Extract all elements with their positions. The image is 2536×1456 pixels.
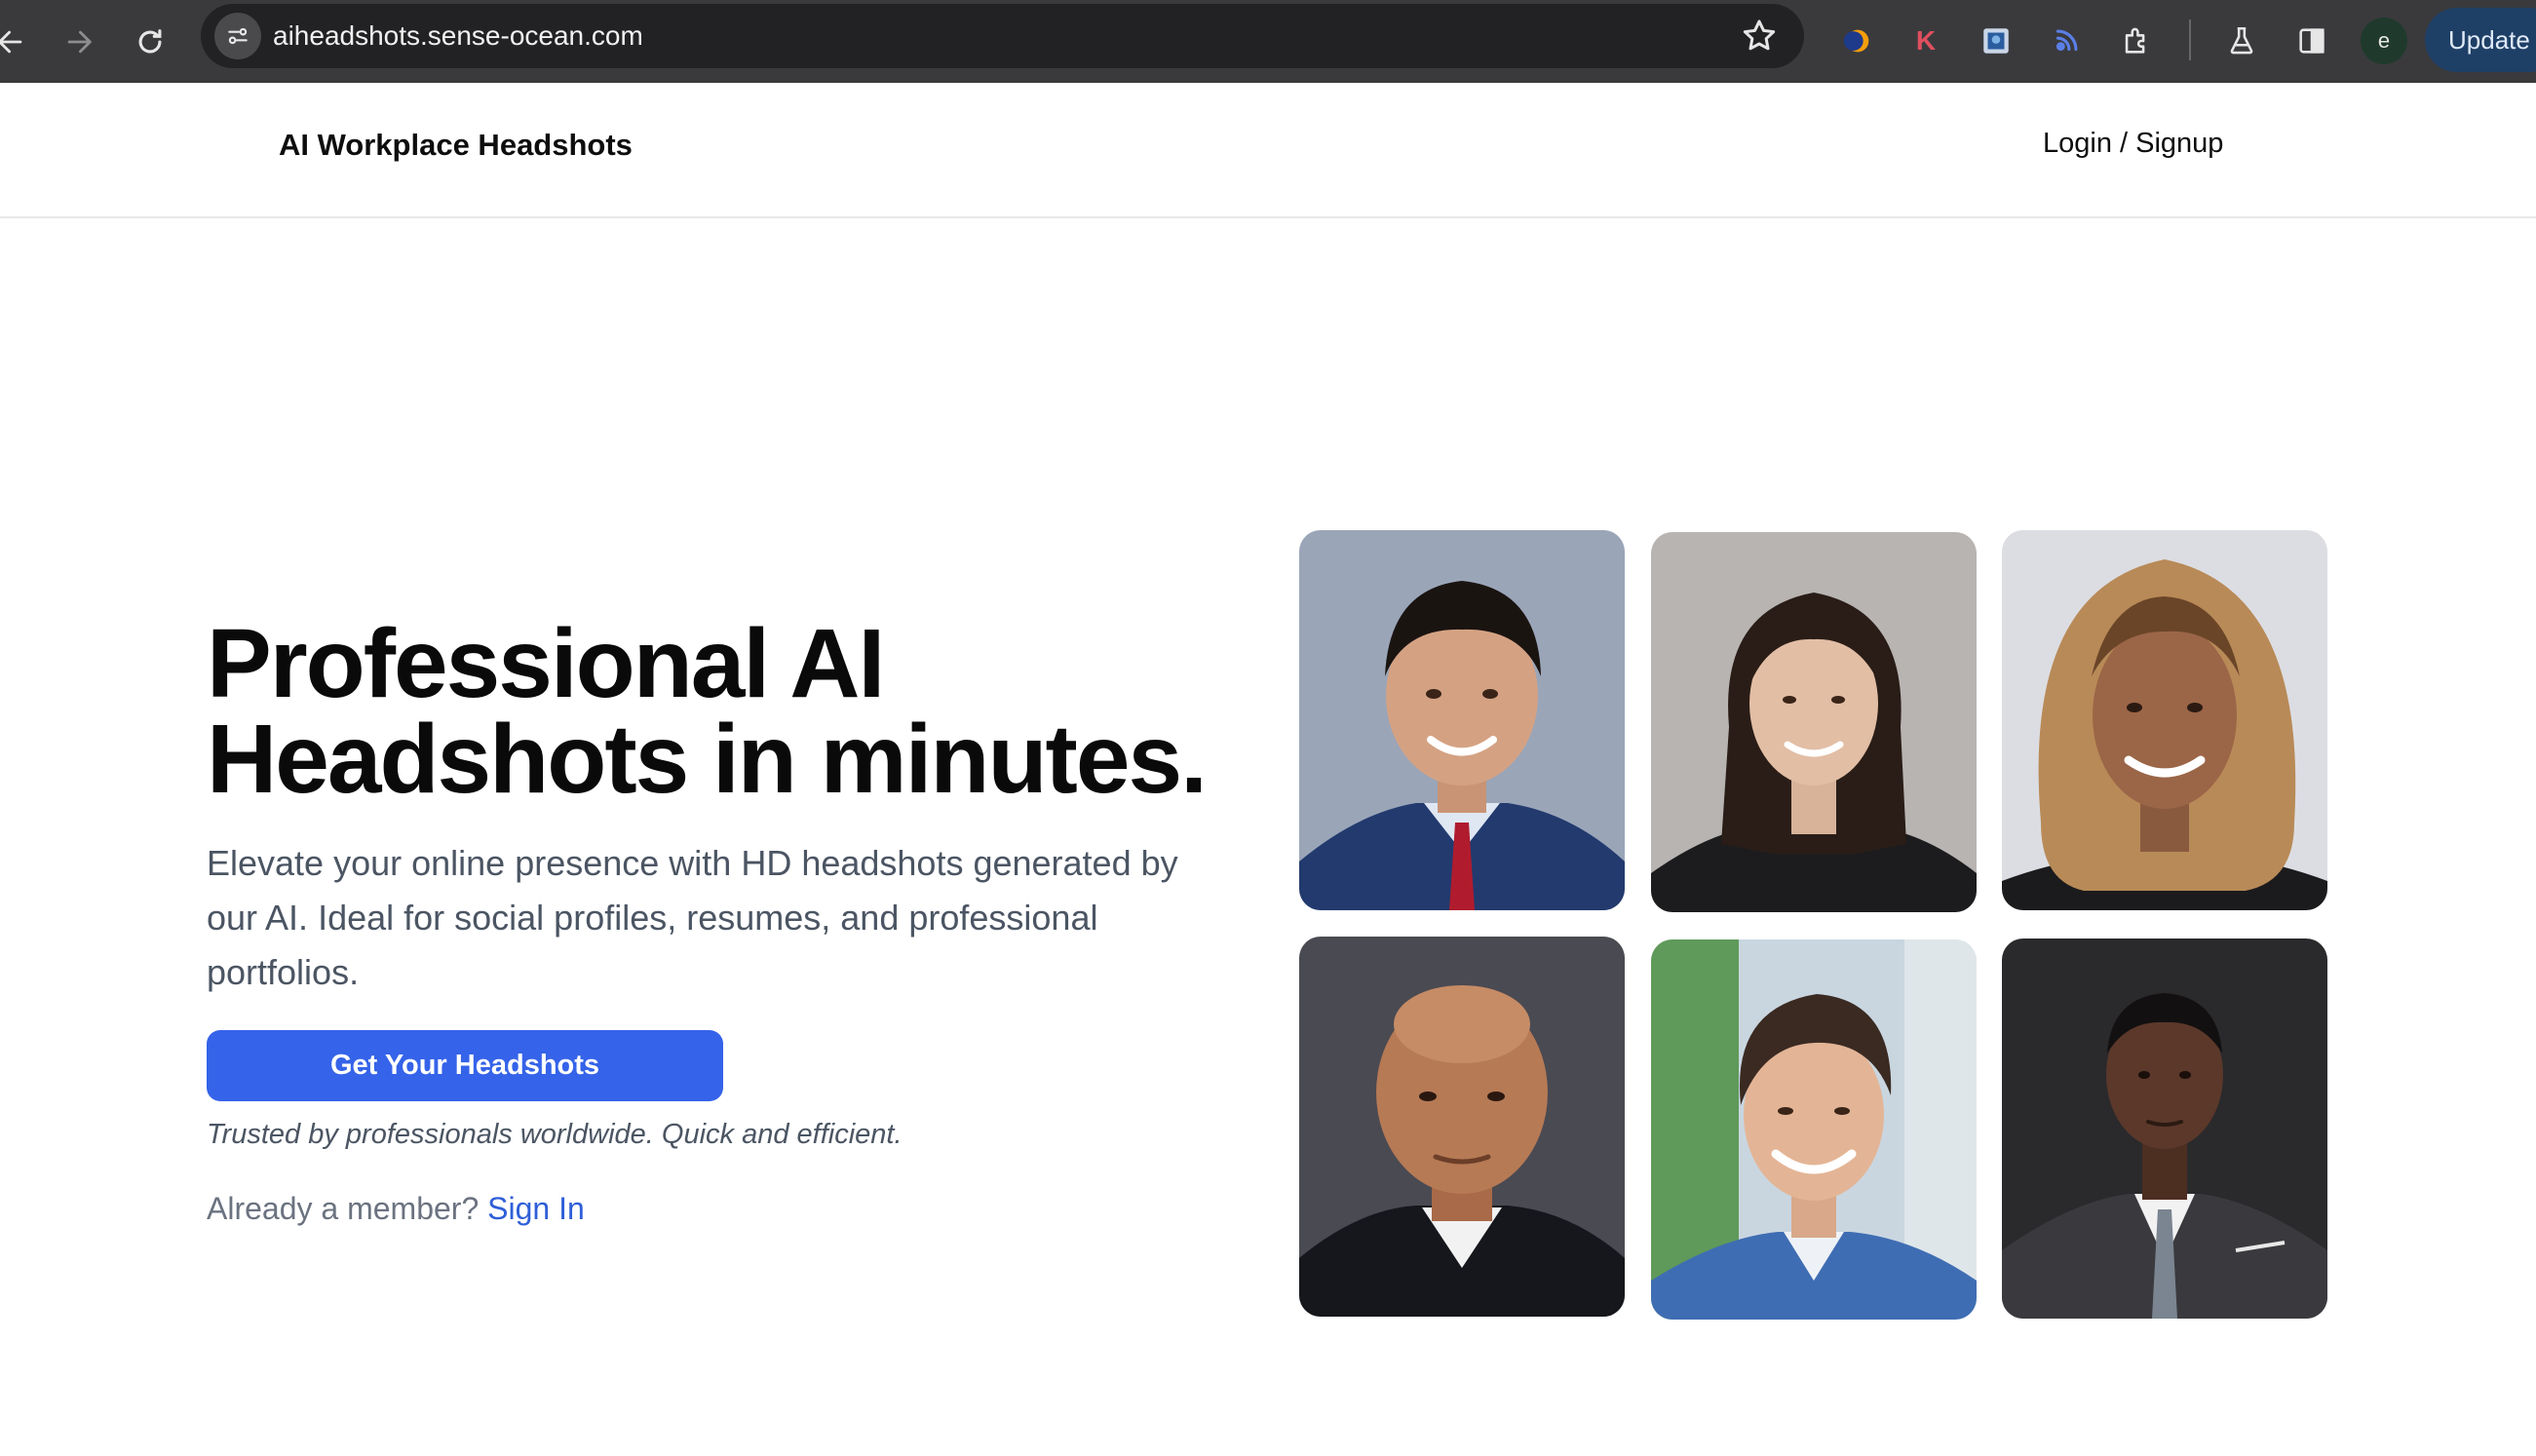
hero-title: Professional AI Headshots in minutes.: [207, 615, 1279, 808]
hero-title-line-1: Professional AI: [207, 609, 885, 718]
toolbar-divider: [2189, 19, 2191, 60]
login-signup-link[interactable]: Login / Signup: [2043, 128, 2223, 160]
profile-avatar[interactable]: e: [2361, 18, 2407, 64]
get-headshots-button[interactable]: Get Your Headshots: [207, 1030, 723, 1101]
extension-icon[interactable]: [2113, 18, 2160, 64]
member-prompt: Already a member? Sign In: [207, 1191, 585, 1227]
forward-icon[interactable]: [55, 18, 103, 66]
headshot-image-1: [1299, 530, 1625, 910]
labs-flask-icon[interactable]: [2218, 18, 2265, 64]
headshot-image-2: [1651, 532, 1977, 912]
update-button[interactable]: Update: [2425, 8, 2536, 72]
headshot-image-4: [1299, 937, 1625, 1317]
headshot-image-3: [2002, 530, 2327, 910]
url-text[interactable]: aiheadshots.sense-ocean.com: [273, 4, 643, 68]
site-info-icon[interactable]: [214, 13, 261, 59]
extension-signal-icon[interactable]: [2043, 18, 2090, 64]
site-header: AI Workplace Headshots Login / Signup: [0, 83, 2536, 218]
back-icon[interactable]: [0, 18, 35, 66]
reload-icon[interactable]: [126, 18, 174, 66]
headshot-image-6: [2002, 939, 2327, 1319]
headshot-image-5: [1651, 939, 1977, 1320]
extension-k-icon[interactable]: K: [1902, 18, 1949, 64]
bookmark-star-icon[interactable]: [1740, 17, 1779, 56]
address-bar[interactable]: aiheadshots.sense-ocean.com: [201, 4, 1804, 68]
trusted-text: Trusted by professionals worldwide. Quic…: [207, 1119, 903, 1150]
hero-subtitle: Elevate your online presence with HD hea…: [207, 843, 1178, 992]
brand-title[interactable]: AI Workplace Headshots: [279, 128, 633, 163]
extension-image-icon[interactable]: [1973, 18, 2019, 64]
member-text: Already a member?: [207, 1191, 480, 1226]
hero-title-line-2: Headshots in minutes.: [207, 705, 1208, 814]
extension-crescent-icon[interactable]: [1834, 18, 1881, 64]
side-panel-icon[interactable]: [2288, 18, 2335, 64]
sign-in-link[interactable]: Sign In: [487, 1191, 585, 1226]
browser-toolbar: aiheadshots.sense-ocean.com K e Update: [0, 0, 2536, 83]
